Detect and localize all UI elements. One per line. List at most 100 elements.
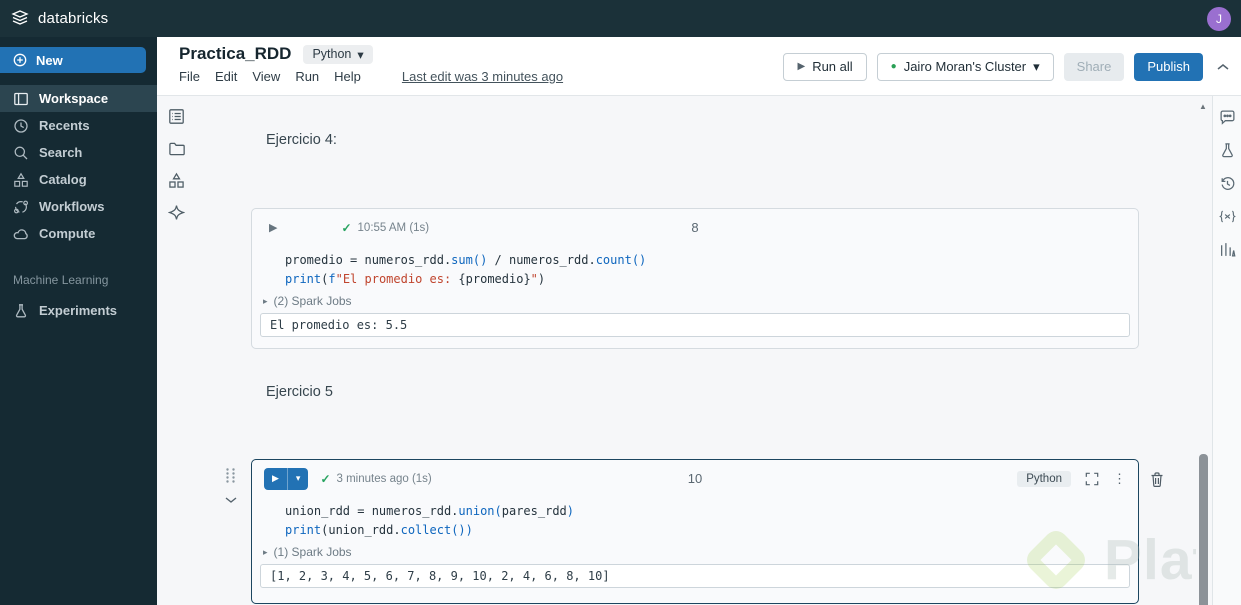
plus-circle-icon bbox=[13, 53, 27, 67]
run-cell-button[interactable]: ▶ bbox=[269, 221, 277, 234]
share-label: Share bbox=[1076, 59, 1112, 74]
sidebar-item-label: Workflows bbox=[39, 199, 105, 214]
chevron-up-icon bbox=[1217, 63, 1229, 70]
cell-run-timestamp: 10:55 AM (1s) bbox=[357, 221, 430, 234]
sidebar-section-machine-learning: Machine Learning bbox=[13, 273, 109, 287]
user-avatar[interactable]: J bbox=[1207, 6, 1231, 31]
catalog-icon bbox=[14, 172, 28, 187]
markdown-heading-ejercicio-4[interactable]: Ejercicio 4: bbox=[266, 132, 337, 148]
share-button[interactable]: Share bbox=[1063, 52, 1125, 81]
clock-icon bbox=[14, 118, 28, 133]
table-of-contents-icon[interactable] bbox=[168, 108, 185, 125]
cell-header: ▶ ▾ ✓ 3 minutes ago (1s) 10 Python ⋮ bbox=[252, 460, 1138, 497]
cell-output: El promedio es: 5.5 bbox=[260, 313, 1130, 337]
logo-text: databricks bbox=[38, 10, 109, 27]
publish-button[interactable]: Publish bbox=[1134, 52, 1203, 81]
success-check-icon: ✓ bbox=[320, 471, 331, 486]
cell-menu-kebab-icon[interactable]: ⋮ bbox=[1113, 471, 1126, 487]
sidebar-item-recents[interactable]: Recents bbox=[0, 112, 157, 139]
expand-fullscreen-icon[interactable] bbox=[1085, 472, 1099, 486]
code-cell-10: ▶ ▾ ✓ 3 minutes ago (1s) 10 Python ⋮ uni… bbox=[251, 459, 1139, 604]
menu-run[interactable]: Run bbox=[295, 69, 319, 84]
left-sidebar: New Workspace Recents Search Catalog Wor… bbox=[0, 37, 157, 605]
spark-jobs-expander[interactable]: ▸ (2) Spark Jobs bbox=[252, 292, 1138, 313]
cell-output: [1, 2, 3, 4, 5, 6, 7, 8, 9, 10, 2, 4, 6,… bbox=[260, 564, 1130, 588]
sidebar-item-label: Compute bbox=[39, 226, 96, 241]
variables-icon[interactable] bbox=[1218, 208, 1236, 225]
sidebar-item-label: Experiments bbox=[39, 303, 118, 318]
notebook-language-selector[interactable]: Python ▾ bbox=[303, 44, 373, 64]
beaker-icon bbox=[15, 303, 27, 317]
sidebar-item-label: Workspace bbox=[39, 91, 109, 106]
sidebar-item-catalog[interactable]: Catalog bbox=[0, 166, 157, 193]
chevron-down-icon: ▾ bbox=[1033, 58, 1040, 74]
databricks-app: databricks J New Workspace Recents Searc… bbox=[0, 0, 1241, 605]
collapse-header-button[interactable] bbox=[1217, 63, 1229, 71]
code-cell-8: ▶ ✓ 10:55 AM (1s) 8 promedio = numeros_r… bbox=[251, 208, 1139, 349]
run-all-button[interactable]: ▶ Run all bbox=[783, 52, 867, 81]
cluster-status-icon: ● bbox=[890, 60, 897, 72]
notebook-title[interactable]: Practica_RDD bbox=[179, 44, 291, 64]
databricks-logo-icon bbox=[11, 9, 29, 25]
sidebar-item-label: Search bbox=[39, 145, 83, 160]
language-label: Python bbox=[312, 47, 352, 61]
notebook-right-rail bbox=[1212, 96, 1241, 605]
experiments-beaker-icon[interactable] bbox=[1219, 142, 1236, 159]
code-editor[interactable]: union_rdd = numeros_rdd.union(pares_rdd)… bbox=[252, 497, 1138, 543]
chevron-down-icon: ▾ bbox=[295, 473, 301, 483]
comments-icon[interactable] bbox=[1219, 109, 1236, 126]
databricks-logo: databricks bbox=[10, 9, 108, 29]
assistant-sparkle-icon[interactable] bbox=[168, 204, 185, 221]
delete-cell-trash-icon[interactable] bbox=[1149, 471, 1165, 488]
publish-label: Publish bbox=[1147, 59, 1190, 74]
cell-header: ▶ ✓ 10:55 AM (1s) 8 bbox=[252, 209, 1138, 246]
scroll-up-arrow-icon[interactable]: ▲ bbox=[1199, 102, 1207, 111]
run-all-label: Run all bbox=[812, 59, 853, 74]
cluster-selector[interactable]: ● Jairo Moran's Cluster ▾ bbox=[876, 52, 1054, 81]
cluster-label: Jairo Moran's Cluster bbox=[903, 59, 1027, 74]
code-line: print(union_rdd.collect()) bbox=[285, 523, 473, 537]
notebook-left-rail bbox=[157, 96, 196, 605]
search-icon bbox=[14, 146, 28, 159]
drag-handle-icon[interactable] bbox=[225, 467, 236, 484]
new-button-label: New bbox=[36, 52, 63, 68]
sidebar-item-label: Recents bbox=[39, 118, 90, 133]
code-line: print(f"El promedio es: {promedio}") bbox=[285, 272, 546, 286]
collapse-cell-chevron-icon[interactable] bbox=[225, 496, 237, 504]
cell-language-badge[interactable]: Python bbox=[1017, 470, 1071, 487]
chevron-down-icon: ▾ bbox=[357, 47, 364, 62]
menu-view[interactable]: View bbox=[252, 69, 280, 84]
menu-edit[interactable]: Edit bbox=[215, 69, 237, 84]
markdown-heading-ejercicio-5[interactable]: Ejercicio 5 bbox=[266, 384, 333, 400]
sidebar-item-workflows[interactable]: Workflows bbox=[0, 193, 157, 220]
folder-icon[interactable] bbox=[168, 140, 185, 157]
sidebar-item-experiments[interactable]: Experiments bbox=[0, 297, 157, 324]
schema-browser-icon[interactable] bbox=[168, 172, 185, 189]
spark-jobs-label: (1) Spark Jobs bbox=[273, 545, 352, 559]
cell-run-timestamp: 3 minutes ago (1s) bbox=[336, 472, 432, 485]
sidebar-item-label: Catalog bbox=[39, 172, 87, 187]
top-bar: databricks J bbox=[0, 0, 1241, 37]
spark-jobs-label: (2) Spark Jobs bbox=[273, 294, 352, 308]
last-edit-link[interactable]: Last edit was 3 minutes ago bbox=[402, 69, 563, 84]
version-history-icon[interactable] bbox=[1219, 175, 1236, 192]
code-line: union_rdd = numeros_rdd.union(pares_rdd) bbox=[285, 504, 575, 518]
cloud-icon bbox=[13, 228, 28, 239]
run-cell-split-button[interactable]: ▶ ▾ bbox=[264, 467, 309, 490]
scrollbar-thumb[interactable] bbox=[1199, 454, 1208, 605]
play-icon: ▶ bbox=[272, 473, 279, 483]
code-editor[interactable]: promedio = numeros_rdd.sum() / numeros_r… bbox=[252, 246, 1138, 292]
spark-jobs-expander[interactable]: ▸ (1) Spark Jobs bbox=[252, 543, 1138, 564]
sidebar-item-search[interactable]: Search bbox=[0, 139, 157, 166]
visualizations-chart-icon[interactable] bbox=[1219, 241, 1236, 258]
menu-help[interactable]: Help bbox=[334, 69, 361, 84]
notebook-header: Practica_RDD Python ▾ File Edit View Run… bbox=[157, 37, 1241, 96]
sidebar-item-compute[interactable]: Compute bbox=[0, 220, 157, 247]
menu-file[interactable]: File bbox=[179, 69, 200, 84]
workspace-icon bbox=[14, 92, 28, 105]
new-button[interactable]: New bbox=[0, 47, 146, 73]
sidebar-item-workspace[interactable]: Workspace bbox=[0, 85, 157, 112]
notebook-content: Ejercicio 4: ▶ ✓ 10:55 AM (1s) 8 promedi… bbox=[196, 96, 1196, 605]
vertical-scrollbar: ▲ bbox=[1196, 96, 1212, 605]
triangle-right-icon: ▸ bbox=[263, 546, 268, 557]
